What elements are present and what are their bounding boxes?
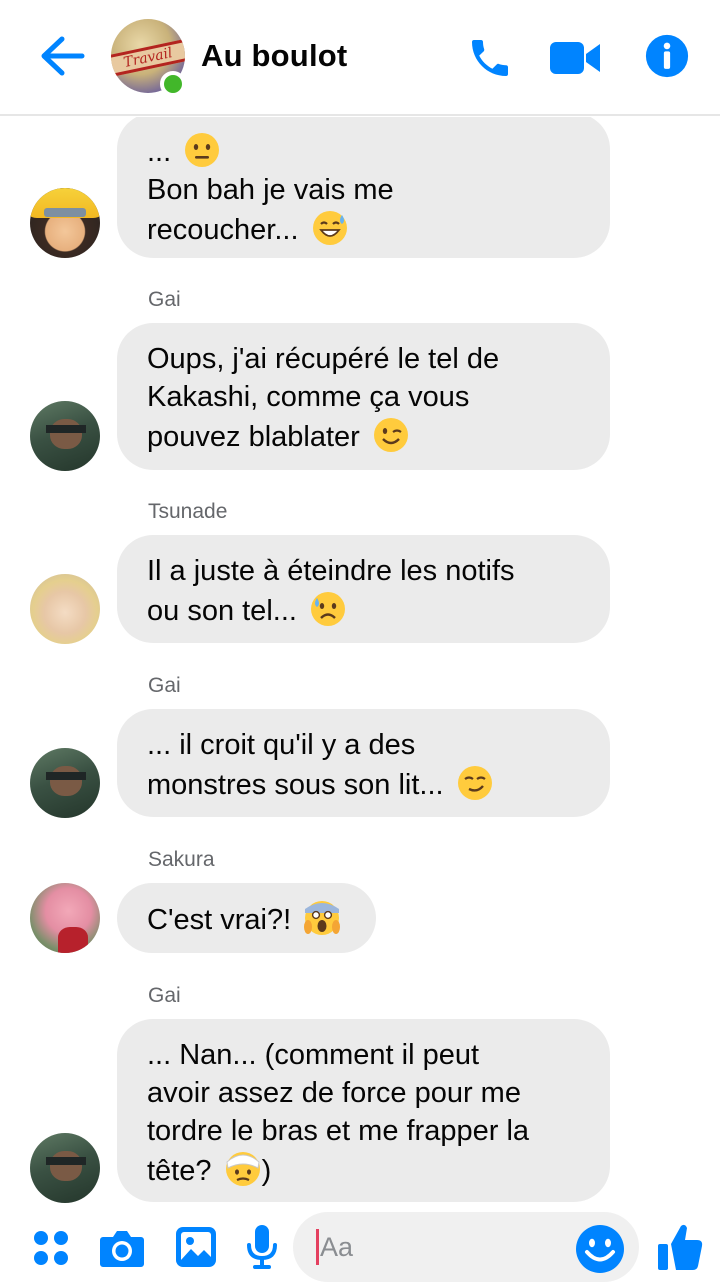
sender-avatar-gai[interactable] [30, 748, 100, 818]
sender-name: Sakura [148, 848, 215, 871]
message-text: ou son tel... [147, 595, 305, 627]
message-bubble[interactable]: Oups, j'ai récupéré le tel de Kakashi, c… [117, 323, 610, 470]
smirk-face-icon [457, 766, 492, 800]
online-status-dot [160, 71, 186, 97]
thumbs-up-icon[interactable] [656, 1222, 704, 1272]
message-text: ... [147, 136, 180, 168]
sweat-smile-face-icon [312, 211, 347, 245]
message-input-placeholder: Aa [320, 1232, 354, 1262]
message-bubble[interactable]: Il a juste à éteindre les notifs ou son … [117, 535, 610, 643]
message-text: ... il croit qu'il y a des [147, 729, 416, 761]
emoji-icon[interactable] [575, 1224, 625, 1274]
message-text: ... Nan... (comment il peut [147, 1039, 480, 1071]
scream-face-icon [304, 901, 341, 935]
text-caret [316, 1229, 319, 1265]
message-text: tordre le bras et me frapper la [147, 1115, 530, 1147]
message-bubble[interactable]: ... Nan... (comment il peut avoir assez … [117, 1019, 610, 1202]
back-arrow-icon[interactable] [38, 34, 86, 78]
message-text: Il a juste à éteindre les notifs [147, 555, 515, 587]
message-thread[interactable]: ... Bon bah je vais me recoucher... Gai … [0, 117, 720, 1207]
sender-avatar-sakura[interactable] [30, 883, 100, 953]
camera-icon[interactable] [99, 1227, 145, 1269]
menu-dots-icon[interactable] [32, 1229, 70, 1267]
sender-avatar-gai[interactable] [30, 401, 100, 471]
bandaged-face-icon [225, 1152, 260, 1186]
conversation-header: Travail Au boulot [0, 0, 720, 116]
message-text: Oups, j'ai récupéré le tel de [147, 343, 500, 375]
video-call-icon[interactable] [548, 34, 602, 82]
phone-call-icon[interactable] [466, 34, 514, 82]
message-bubble[interactable]: ... Bon bah je vais me recoucher... [117, 117, 610, 258]
message-text: Kakashi, comme ça vous [147, 381, 470, 413]
sender-name: Gai [148, 674, 181, 697]
message-text: monstres sous son lit... [147, 769, 452, 801]
message-bubble[interactable]: ... il croit qu'il y a des monstres sous… [117, 709, 610, 817]
sender-avatar-gai[interactable] [30, 1133, 100, 1203]
message-text: avoir assez de force pour me [147, 1077, 521, 1109]
conversation-title[interactable]: Au boulot [201, 38, 347, 74]
frown-sweat-face-icon [311, 592, 345, 626]
gallery-icon[interactable] [175, 1226, 217, 1268]
microphone-icon[interactable] [245, 1223, 279, 1271]
sender-name: Gai [148, 288, 181, 311]
message-text: recoucher... [147, 214, 307, 246]
info-icon[interactable] [645, 34, 689, 78]
sender-name: Gai [148, 984, 181, 1007]
group-avatar-label: Travail [122, 45, 174, 71]
message-bubble[interactable]: C'est vrai?! [117, 883, 376, 953]
message-text: ) [261, 1155, 272, 1187]
sender-avatar-tsunade[interactable] [30, 574, 100, 644]
sender-avatar-naruto[interactable] [30, 188, 100, 258]
neutral-face-icon [185, 133, 220, 167]
wink-face-icon [373, 418, 408, 452]
sender-name: Tsunade [148, 500, 228, 523]
message-text: pouvez blablater [147, 421, 368, 453]
message-text: Bon bah je vais me [147, 174, 394, 206]
message-text: tête? [147, 1155, 220, 1187]
message-text: C'est vrai?! [147, 904, 300, 936]
